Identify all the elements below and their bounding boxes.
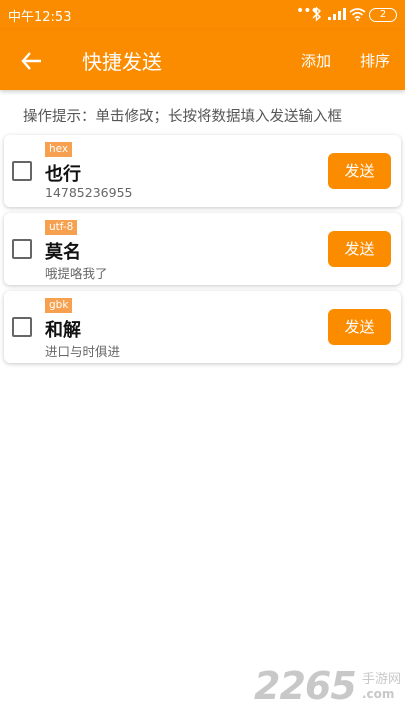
list-item[interactable]: utf-8 莫名 哦提咯我了 发送 xyxy=(4,213,401,285)
list-item[interactable]: hex 也行 14785236955 发送 xyxy=(4,135,401,207)
send-button[interactable]: 发送 xyxy=(328,231,391,267)
encoding-badge: hex xyxy=(45,142,73,157)
watermark-domain: .com xyxy=(362,687,395,701)
encoding-badge: gbk xyxy=(45,298,73,313)
item-name: 莫名 xyxy=(45,242,81,263)
item-name: 和解 xyxy=(45,320,81,341)
item-content: 哦提咯我了 xyxy=(45,266,108,281)
page-title: 快捷发送 xyxy=(82,50,162,74)
wifi-icon xyxy=(349,8,366,21)
send-button[interactable]: 发送 xyxy=(328,309,391,345)
sort-button[interactable]: 排序 xyxy=(360,50,390,71)
item-content: 进口与时俱进 xyxy=(45,344,121,359)
arrow-left-icon[interactable] xyxy=(20,49,44,73)
status-bar: 中午12:53 ••• 2 xyxy=(0,0,405,30)
list-item[interactable]: gbk 和解 进口与时俱进 发送 xyxy=(4,291,401,363)
item-checkbox[interactable] xyxy=(12,317,32,337)
operation-hint: 操作提示：单击修改；长按将数据填入发送输入框 xyxy=(23,109,342,125)
item-checkbox[interactable] xyxy=(12,161,32,181)
site-watermark: 2265 手游网 .com xyxy=(254,664,404,714)
item-content: 14785236955 xyxy=(45,185,133,200)
status-time: 中午12:53 xyxy=(8,10,72,25)
watermark-number: 2265 xyxy=(254,664,357,708)
app-bar: 快捷发送 添加 排序 xyxy=(0,30,405,90)
watermark-site: 手游网 xyxy=(362,672,402,687)
item-checkbox[interactable] xyxy=(12,239,32,259)
bluetooth-icon xyxy=(312,6,322,22)
send-button[interactable]: 发送 xyxy=(328,153,391,189)
add-button[interactable]: 添加 xyxy=(301,50,331,71)
battery-icon: 2 xyxy=(369,8,397,22)
encoding-badge: utf-8 xyxy=(45,220,78,235)
item-name: 也行 xyxy=(45,164,81,185)
signal-icon xyxy=(328,8,346,20)
